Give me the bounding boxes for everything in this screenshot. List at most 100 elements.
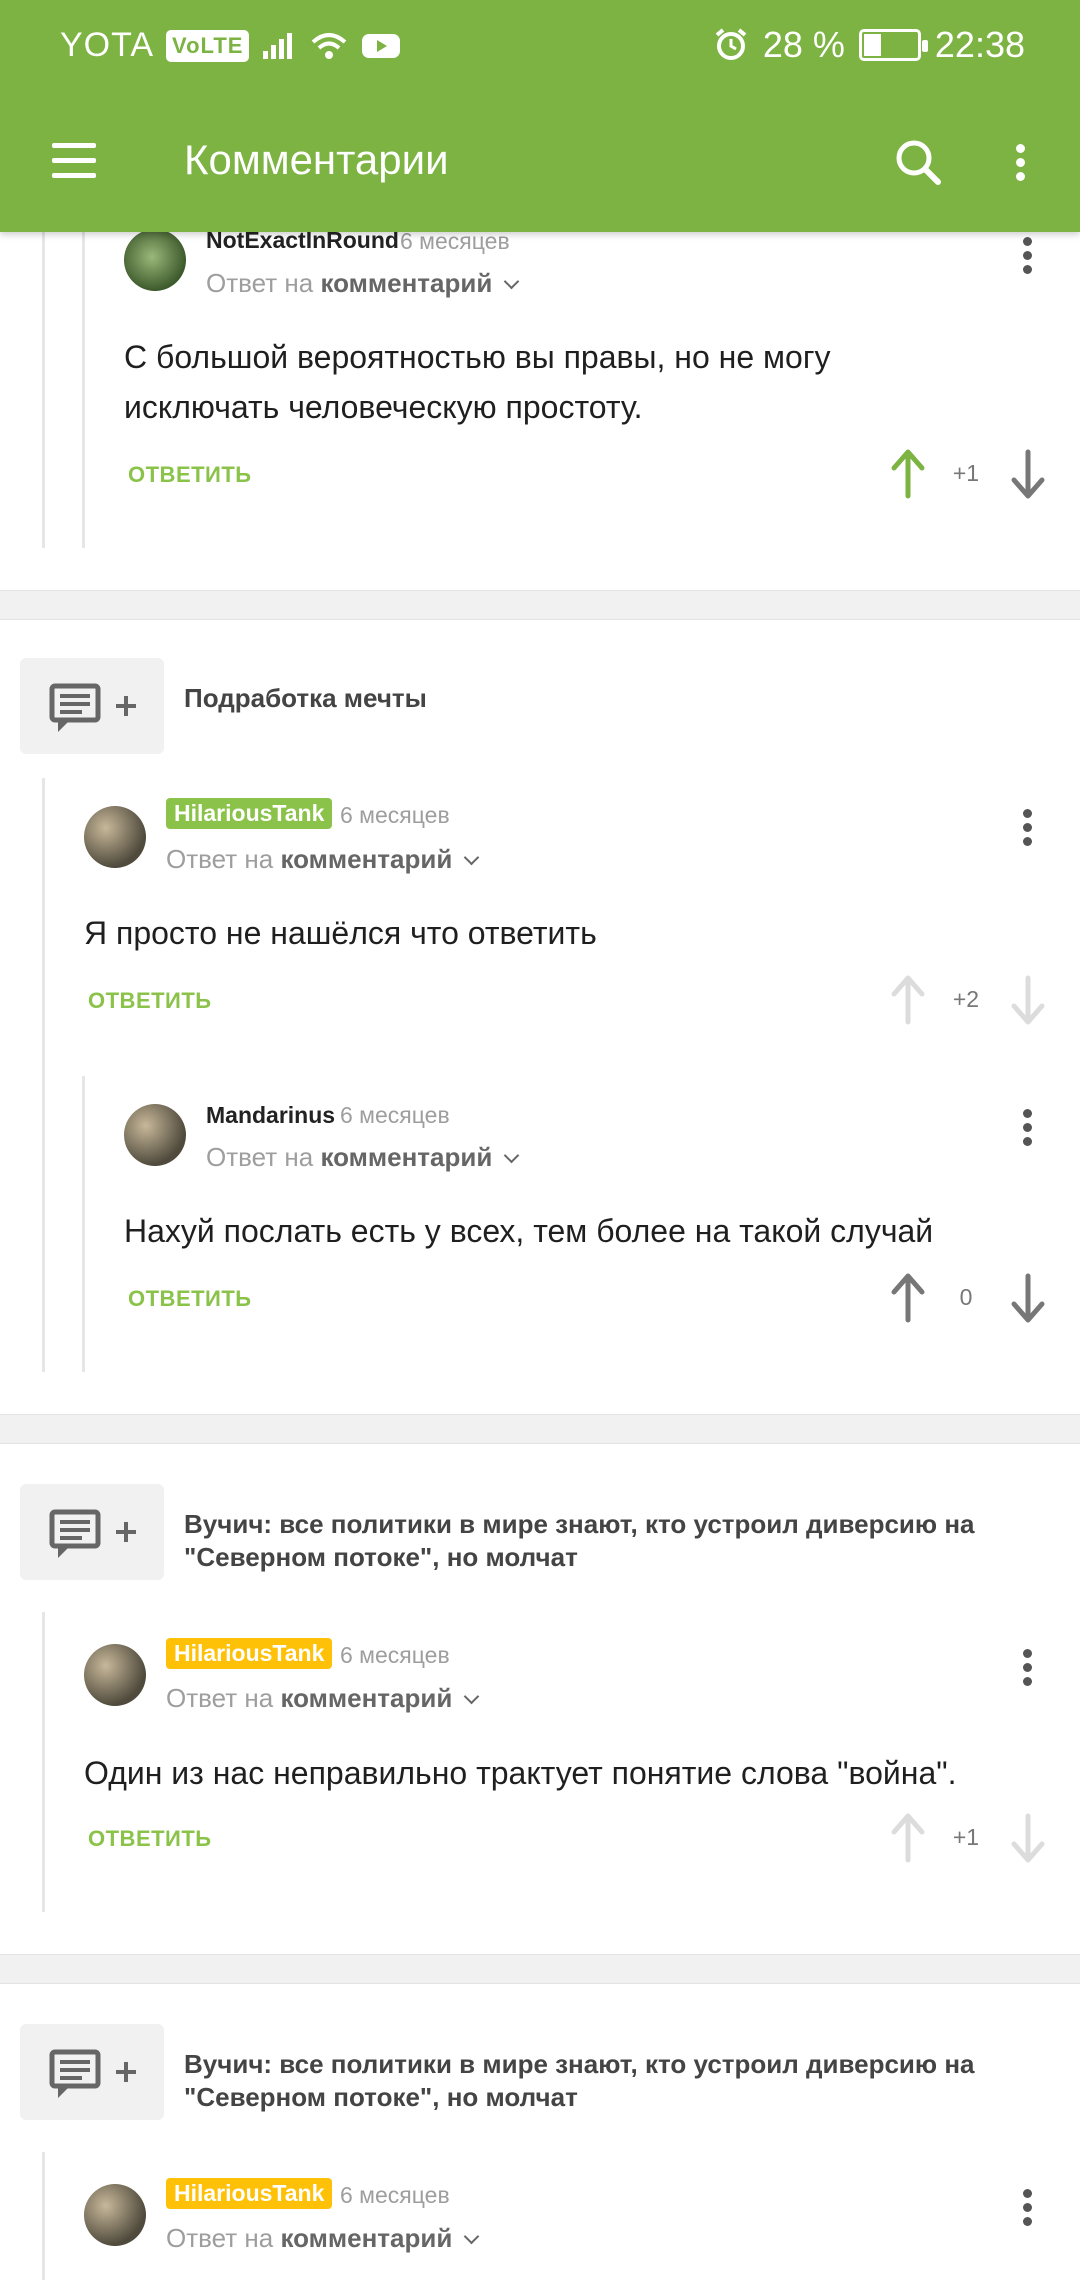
status-right: 28 % 22:38: [713, 24, 1025, 66]
vote-score: 0: [959, 1284, 973, 1310]
comment-time: 6 месяцев: [340, 1102, 450, 1128]
downvote-icon[interactable]: [1008, 448, 1048, 500]
app-bar: YOTA VoLTE 28 % 22:38 Комментарии: [0, 0, 1080, 232]
comment-add-icon: [49, 1509, 136, 1558]
battery-percent: 28 %: [762, 24, 845, 65]
reply-button[interactable]: ОТВЕТИТЬ: [128, 1286, 252, 1312]
status-left: YOTA VoLTE: [60, 26, 401, 65]
vote-score: +2: [952, 986, 980, 1012]
upvote-icon[interactable]: [888, 448, 928, 500]
comment-author[interactable]: HilariousTank: [166, 798, 333, 829]
upvote-icon[interactable]: [888, 974, 928, 1026]
vote-controls: +1: [888, 1808, 1048, 1868]
comment-author[interactable]: HilariousTank: [166, 1638, 333, 1669]
reply-to-target[interactable]: комментарий: [280, 844, 452, 874]
post-reference[interactable]: Вучич: все политики в мире знают, кто ус…: [20, 2024, 1060, 2120]
reply-to-prefix: Ответ на: [206, 268, 314, 298]
toolbar: Комментарии: [0, 92, 1080, 232]
youtube-icon: [362, 33, 401, 58]
upvote-icon[interactable]: [888, 1272, 928, 1324]
status-bar: YOTA VoLTE 28 % 22:38: [0, 0, 1080, 92]
post-comment-icon-box: [20, 1484, 164, 1580]
chevron-down-icon[interactable]: [464, 849, 480, 866]
reply-to-link[interactable]: Ответ на комментарий: [206, 268, 520, 299]
upvote-icon[interactable]: [888, 1812, 928, 1864]
reply-to-target[interactable]: комментарий: [320, 268, 492, 298]
chevron-down-icon[interactable]: [504, 1147, 520, 1164]
post-title[interactable]: Подработка мечты: [184, 682, 427, 715]
thread-line: [82, 232, 85, 548]
thread-line: [42, 778, 45, 1372]
comment-time: 6 месяцев: [340, 2182, 450, 2208]
comment-time: 6 месяцев: [340, 802, 450, 828]
clock: 22:38: [934, 24, 1025, 65]
section-divider: [0, 1954, 1080, 1984]
avatar[interactable]: [84, 806, 146, 868]
downvote-icon[interactable]: [1008, 1272, 1048, 1324]
comments-feed[interactable]: NotExactInRound 6 месяцев Ответ на комме…: [0, 0, 1080, 2280]
avatar[interactable]: [124, 229, 186, 291]
reply-to-target[interactable]: комментарий: [280, 2223, 452, 2253]
comment-author[interactable]: Mandarinus: [206, 1102, 335, 1129]
downvote-icon[interactable]: [1008, 974, 1048, 1026]
section-divider: [0, 1414, 1080, 1444]
page-title: Комментарии: [184, 136, 449, 183]
thread-line: [42, 1612, 45, 1912]
reply-button[interactable]: ОТВЕТИТЬ: [128, 462, 252, 488]
vote-controls: 0: [888, 1268, 1048, 1328]
reply-to-link[interactable]: Ответ на комментарий: [166, 844, 480, 875]
reply-to-link[interactable]: Ответ на комментарий: [166, 1683, 480, 1714]
avatar[interactable]: [84, 2184, 146, 2246]
wifi-icon: [312, 32, 347, 59]
thread-line: [42, 232, 45, 548]
chevron-down-icon[interactable]: [504, 273, 520, 290]
comment-more-icon[interactable]: [1012, 232, 1042, 292]
post-comment-icon-box: [20, 2024, 164, 2120]
comment-more-icon[interactable]: [1012, 1644, 1042, 1704]
reply-button[interactable]: ОТВЕТИТЬ: [88, 1826, 212, 1852]
avatar[interactable]: [84, 1644, 146, 1706]
comment-text: Нахуй послать есть у всех, тем более на …: [124, 1213, 934, 1249]
reply-to-link[interactable]: Ответ на комментарий: [206, 1142, 520, 1173]
reply-to-prefix: Ответ на: [166, 844, 274, 874]
alarm-icon: [715, 28, 747, 60]
post-title[interactable]: Вучич: все политики в мире знают, кто ус…: [184, 1508, 1044, 1574]
thread-line: [42, 2152, 45, 2280]
section-divider: [0, 590, 1080, 620]
search-icon[interactable]: [888, 132, 948, 192]
vote-score: +1: [952, 1824, 980, 1850]
reply-to-prefix: Ответ на: [166, 1683, 274, 1713]
chevron-down-icon[interactable]: [464, 1688, 480, 1705]
reply-to-prefix: Ответ на: [206, 1142, 314, 1172]
post-reference[interactable]: Вучич: все политики в мире знают, кто ус…: [20, 1484, 1060, 1580]
comment-more-icon[interactable]: [1012, 804, 1042, 864]
downvote-icon[interactable]: [1008, 1812, 1048, 1864]
comment-more-icon[interactable]: [1012, 1104, 1042, 1164]
comment-add-icon: [49, 683, 136, 732]
comment-text: Один из нас неправильно трактует понятие…: [84, 1755, 957, 1791]
reply-button[interactable]: ОТВЕТИТЬ: [88, 988, 212, 1014]
comment-author[interactable]: HilariousTank: [166, 2178, 333, 2209]
chevron-down-icon[interactable]: [464, 2228, 480, 2245]
battery-icon: [858, 29, 928, 61]
vote-controls: +2: [888, 970, 1048, 1030]
vote-score: +1: [952, 460, 980, 486]
post-title[interactable]: Вучич: все политики в мире знают, кто ус…: [184, 2048, 1044, 2114]
more-vertical-icon[interactable]: [990, 132, 1050, 192]
comment-text: С большой вероятностью вы правы, но не м…: [124, 339, 831, 425]
reply-to-target[interactable]: комментарий: [280, 1683, 452, 1713]
comment-time: 6 месяцев: [340, 1642, 450, 1668]
avatar[interactable]: [124, 1104, 186, 1166]
vote-controls: +1: [888, 444, 1048, 504]
hamburger-menu-icon[interactable]: [48, 132, 108, 192]
comment-time: 6 месяцев: [400, 228, 510, 254]
thread-line: [82, 1076, 85, 1372]
signal-icon: [263, 32, 293, 59]
reply-to-prefix: Ответ на: [166, 2223, 274, 2253]
reply-to-link[interactable]: Ответ на комментарий: [166, 2223, 480, 2254]
post-reference[interactable]: Подработка мечты: [20, 658, 1060, 754]
comment-more-icon[interactable]: [1012, 2184, 1042, 2244]
reply-to-target[interactable]: комментарий: [320, 1142, 492, 1172]
carrier-name: YOTA: [60, 26, 155, 64]
comment-text: Я просто не нашёлся что ответить: [84, 915, 597, 951]
